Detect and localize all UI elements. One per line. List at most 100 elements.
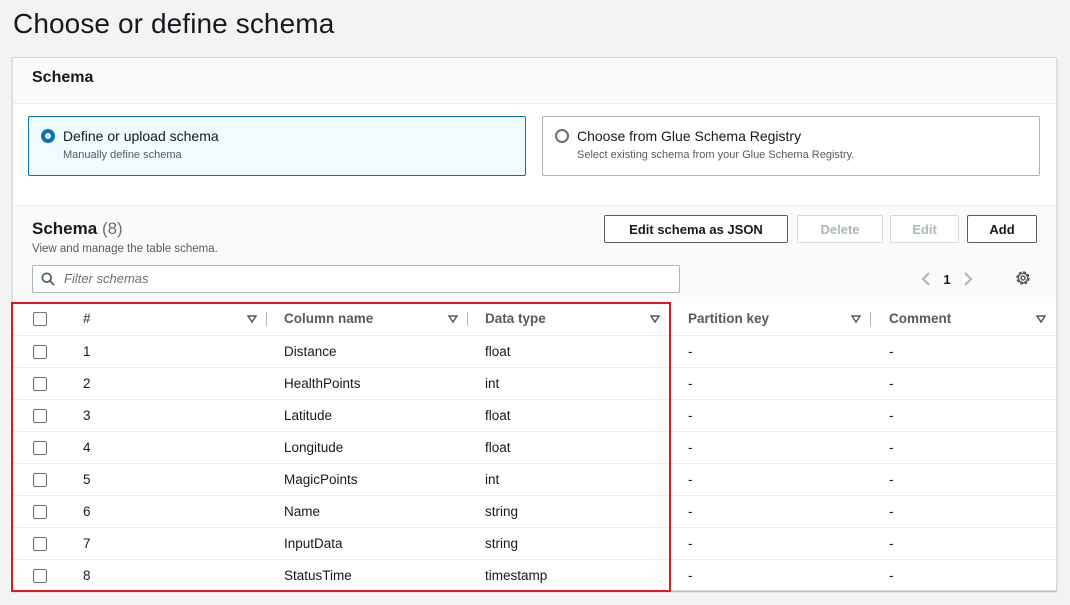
column-header-name[interactable]: Column name	[267, 303, 468, 336]
sort-icon[interactable]	[851, 314, 861, 324]
select-all-checkbox[interactable]	[33, 312, 47, 327]
section-header: Schema	[13, 58, 1056, 104]
row-checkbox[interactable]	[33, 376, 47, 391]
filter-schemas-input[interactable]	[64, 271, 664, 286]
schema-table-title: Schema (8)	[32, 219, 123, 239]
sort-icon[interactable]	[650, 314, 660, 324]
row-checkbox[interactable]	[33, 504, 47, 519]
table-header-row: # Column name Data type Partition key Co…	[13, 303, 1056, 336]
row-partition-key: -	[688, 567, 693, 583]
add-button[interactable]: Add	[967, 215, 1037, 243]
edit-schema-json-button[interactable]: Edit schema as JSON	[604, 215, 788, 243]
row-number: 1	[67, 335, 267, 368]
table-row[interactable]: 8 StatusTime timestamp - -	[13, 559, 1056, 591]
schema-count: (8)	[101, 219, 123, 238]
next-page-button[interactable]	[958, 269, 978, 289]
previous-page-button[interactable]	[916, 269, 936, 289]
row-data-type: string	[468, 527, 670, 560]
column-header-number[interactable]: #	[67, 303, 267, 336]
search-icon	[41, 272, 55, 286]
option-label: Choose from Glue Schema Registry	[577, 128, 802, 144]
table-row[interactable]: 6 Name string - -	[13, 495, 1056, 528]
row-comment: -	[871, 367, 1056, 400]
row-partition-key: -	[670, 431, 871, 464]
row-partition-key: -	[670, 399, 871, 432]
filter-schemas-field[interactable]	[32, 265, 680, 293]
table-row[interactable]: 3 Latitude float - -	[13, 399, 1056, 432]
row-data-type: string	[468, 495, 670, 528]
row-select-cell	[13, 399, 67, 432]
row-checkbox[interactable]	[33, 536, 47, 551]
row-column-name: StatusTime	[284, 567, 352, 583]
option-glue-schema-registry[interactable]: Choose from Glue Schema Registry Select …	[542, 116, 1040, 176]
row-column-name: MagicPoints	[267, 463, 468, 496]
column-header-label: Comment	[889, 311, 952, 327]
schema-source-options: Define or upload schema Manually define …	[13, 104, 1056, 204]
row-checkbox[interactable]	[33, 408, 47, 423]
schema-table: # Column name Data type Partition key Co…	[13, 303, 1056, 591]
gear-icon[interactable]	[1014, 269, 1032, 287]
pagination: 1	[916, 268, 978, 290]
table-row[interactable]: 7 InputData string - -	[13, 527, 1056, 560]
row-data-type: float	[468, 399, 670, 432]
table-row[interactable]: 4 Longitude float - -	[13, 431, 1056, 464]
column-header-data-type[interactable]: Data type	[468, 303, 670, 336]
row-select-cell	[13, 495, 67, 528]
row-comment: -	[871, 399, 1056, 432]
current-page[interactable]: 1	[936, 272, 958, 287]
table-row[interactable]: 1 Distance float - -	[13, 335, 1056, 368]
row-number: 6	[67, 495, 267, 528]
row-number: 2	[67, 367, 267, 400]
option-define-upload-schema[interactable]: Define or upload schema Manually define …	[28, 116, 526, 176]
radio-define-upload[interactable]	[41, 129, 55, 143]
row-partition-key: -	[670, 367, 871, 400]
chevron-left-icon	[921, 272, 930, 286]
delete-button[interactable]: Delete	[797, 215, 883, 243]
column-header-partition-key[interactable]: Partition key	[670, 303, 871, 336]
row-column-name: Distance	[267, 335, 468, 368]
schema-container: Schema Define or upload schema Manually …	[12, 57, 1057, 591]
row-comment: -	[871, 495, 1056, 528]
radio-glue-registry[interactable]	[555, 129, 569, 143]
row-partition-key: -	[670, 335, 871, 368]
row-select-cell	[13, 335, 67, 368]
column-header-comment[interactable]: Comment	[871, 303, 1056, 336]
schema-table-header: Schema (8) View and manage the table sch…	[13, 205, 1056, 303]
schema-table-title-text: Schema	[32, 219, 98, 238]
sort-icon[interactable]	[247, 314, 257, 324]
row-data-type: timestamp	[485, 567, 548, 583]
row-data-type: int	[468, 463, 670, 496]
column-header-label: #	[83, 311, 91, 327]
row-select-cell	[13, 463, 67, 496]
sort-icon[interactable]	[1036, 314, 1046, 324]
row-comment: -	[871, 335, 1056, 368]
row-checkbox[interactable]	[33, 440, 47, 455]
row-number: 8	[83, 567, 91, 583]
table-row[interactable]: 5 MagicPoints int - -	[13, 463, 1056, 496]
table-row[interactable]: 2 HealthPoints int - -	[13, 367, 1056, 400]
row-checkbox[interactable]	[33, 344, 47, 359]
row-column-name: InputData	[267, 527, 468, 560]
option-label: Define or upload schema	[63, 128, 219, 144]
row-select-cell	[13, 527, 67, 560]
edit-button[interactable]: Edit	[890, 215, 959, 243]
row-checkbox[interactable]	[33, 568, 47, 583]
row-data-type: float	[468, 431, 670, 464]
row-data-type: int	[468, 367, 670, 400]
option-description: Manually define schema	[63, 149, 182, 161]
row-number: 4	[67, 431, 267, 464]
sort-icon[interactable]	[448, 314, 458, 324]
row-column-name: Longitude	[267, 431, 468, 464]
row-select-cell	[13, 559, 67, 591]
column-header-label: Partition key	[688, 311, 770, 327]
chevron-right-icon	[964, 272, 973, 286]
row-comment: -	[871, 431, 1056, 464]
row-comment: -	[871, 527, 1056, 560]
row-partition-key: -	[670, 527, 871, 560]
row-checkbox[interactable]	[33, 472, 47, 487]
row-comment: -	[871, 463, 1056, 496]
row-number: 7	[67, 527, 267, 560]
row-select-cell	[13, 431, 67, 464]
row-number: 5	[67, 463, 267, 496]
schema-table-description: View and manage the table schema.	[32, 243, 218, 255]
